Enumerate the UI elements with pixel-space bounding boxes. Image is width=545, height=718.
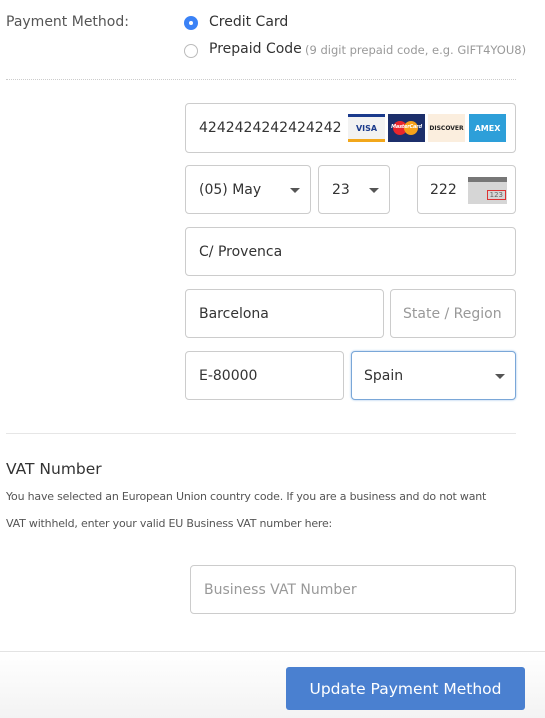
vat-title: VAT Number: [6, 460, 102, 478]
chevron-down-icon: [495, 373, 505, 379]
address-value: C/ Provenca: [199, 243, 283, 260]
divider: [6, 433, 516, 434]
vat-placeholder: Business VAT Number: [204, 581, 357, 598]
visa-text: VISA: [355, 123, 378, 133]
card-number-input[interactable]: 4242424242424242 VISA MasterCard DISCOVE…: [185, 103, 516, 153]
amex-icon: AMEX: [469, 114, 506, 142]
credit-card-radio[interactable]: [184, 16, 198, 30]
state-placeholder: State / Region: [403, 305, 502, 322]
prepaid-code-hint: (9 digit prepaid code, e.g. GIFT4YOU8): [305, 43, 527, 57]
expiry-year-select[interactable]: 23: [318, 165, 390, 214]
state-input[interactable]: State / Region: [390, 289, 516, 338]
vat-description-line1: You have selected an European Union coun…: [6, 490, 487, 503]
credit-card-label[interactable]: Credit Card: [209, 14, 288, 30]
chevron-down-icon: [369, 187, 379, 193]
card-number-value: 4242424242424242: [199, 120, 342, 136]
mastercard-icon: MasterCard: [388, 114, 425, 142]
mastercard-text: MasterCard: [391, 124, 422, 130]
expiry-year-value: 23: [332, 181, 350, 198]
cvc-input[interactable]: 222 123: [417, 165, 516, 214]
cvc-icon-text: 123: [486, 190, 506, 200]
prepaid-code-radio[interactable]: [184, 44, 198, 58]
country-value: Spain: [364, 367, 404, 384]
discover-icon: DISCOVER: [428, 114, 465, 142]
zip-input[interactable]: E-80000: [185, 351, 344, 400]
city-value: Barcelona: [199, 305, 269, 322]
vat-number-input[interactable]: Business VAT Number: [190, 565, 516, 614]
chevron-down-icon: [290, 187, 300, 193]
prepaid-code-label[interactable]: Prepaid Code: [209, 41, 302, 57]
visa-icon: VISA: [348, 114, 385, 142]
expiry-month-select[interactable]: (05) May: [185, 165, 311, 214]
update-payment-method-button[interactable]: Update Payment Method: [286, 667, 525, 710]
cvc-card-icon: 123: [468, 177, 507, 204]
cvc-value: 222: [430, 181, 457, 198]
discover-text: DISCOVER: [429, 124, 464, 132]
country-select[interactable]: Spain: [351, 351, 516, 400]
zip-value: E-80000: [199, 367, 258, 384]
vat-description-line2: VAT withheld, enter your valid EU Busine…: [6, 517, 333, 530]
amex-text: AMEX: [474, 123, 501, 133]
payment-method-label: Payment Method:: [6, 14, 129, 30]
city-input[interactable]: Barcelona: [185, 289, 384, 338]
divider: [6, 79, 516, 80]
expiry-month-value: (05) May: [199, 181, 262, 198]
address-input[interactable]: C/ Provenca: [185, 227, 516, 276]
